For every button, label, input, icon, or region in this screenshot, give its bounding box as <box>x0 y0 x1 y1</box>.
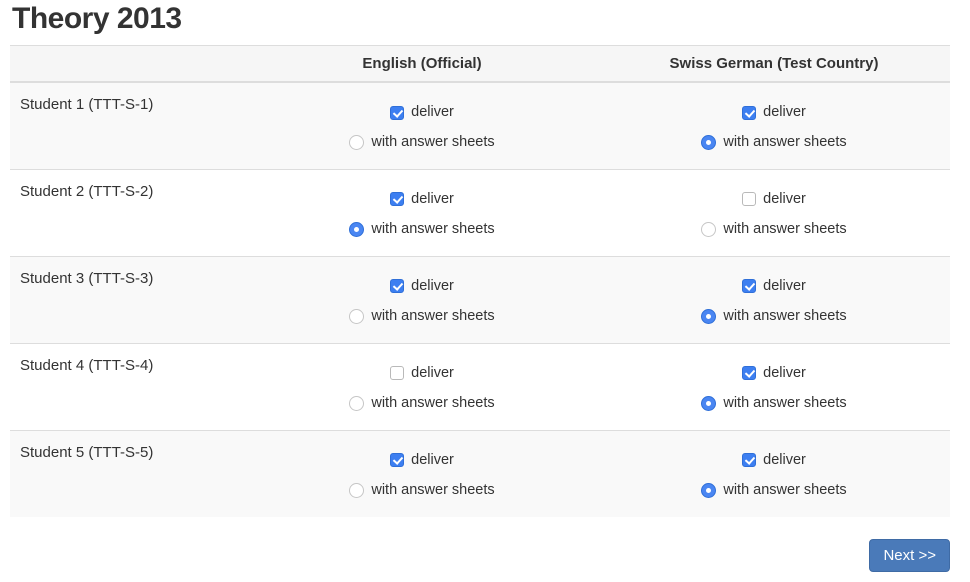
table-row: Student 2 (TTT-S-2) deliver with answer … <box>10 169 950 256</box>
answer-sheets-line: with answer sheets <box>599 395 949 412</box>
deliver-label: deliver <box>763 365 806 382</box>
answer-sheets-line: with answer sheets <box>247 221 597 238</box>
student-label: Student 1 (TTT-S-1) <box>10 82 246 169</box>
answer-sheets-radio[interactable] <box>349 396 364 411</box>
answer-sheets-radio[interactable] <box>701 135 716 150</box>
answer-sheets-radio[interactable] <box>349 483 364 498</box>
page: Theory 2013 English (Official) Swiss Ger… <box>0 0 970 572</box>
delivery-table: English (Official) Swiss German (Test Co… <box>10 45 950 517</box>
answer-sheets-label: with answer sheets <box>371 395 494 412</box>
deliver-checkbox[interactable] <box>390 453 404 467</box>
deliver-label: deliver <box>411 452 454 469</box>
column-header-english: English (Official) <box>246 46 598 83</box>
answer-sheets-label: with answer sheets <box>723 395 846 412</box>
answer-sheets-radio[interactable] <box>349 135 364 150</box>
deliver-label: deliver <box>763 278 806 295</box>
deliver-checkbox[interactable] <box>742 279 756 293</box>
deliver-line: deliver <box>599 452 949 469</box>
deliver-checkbox[interactable] <box>390 106 404 120</box>
answer-sheets-label: with answer sheets <box>371 221 494 238</box>
answer-sheets-label: with answer sheets <box>723 134 846 151</box>
delivery-cell: deliver with answer sheets <box>246 343 598 430</box>
page-title: Theory 2013 <box>10 0 950 36</box>
deliver-checkbox[interactable] <box>742 106 756 120</box>
deliver-line: deliver <box>599 191 949 208</box>
answer-sheets-line: with answer sheets <box>247 134 597 151</box>
deliver-line: deliver <box>247 452 597 469</box>
deliver-line: deliver <box>599 278 949 295</box>
answer-sheets-line: with answer sheets <box>599 308 949 325</box>
answer-sheets-line: with answer sheets <box>599 482 949 499</box>
deliver-checkbox[interactable] <box>742 192 756 206</box>
delivery-cell: deliver with answer sheets <box>598 169 950 256</box>
answer-sheets-label: with answer sheets <box>371 134 494 151</box>
deliver-checkbox[interactable] <box>742 366 756 380</box>
answer-sheets-line: with answer sheets <box>247 395 597 412</box>
deliver-label: deliver <box>763 452 806 469</box>
deliver-label: deliver <box>411 104 454 121</box>
student-label: Student 4 (TTT-S-4) <box>10 343 246 430</box>
delivery-cell: deliver with answer sheets <box>246 256 598 343</box>
answer-sheets-label: with answer sheets <box>723 482 846 499</box>
answer-sheets-line: with answer sheets <box>247 482 597 499</box>
header-row: English (Official) Swiss German (Test Co… <box>10 46 950 83</box>
table-row: Student 5 (TTT-S-5) deliver with answer … <box>10 430 950 517</box>
deliver-label: deliver <box>763 191 806 208</box>
deliver-line: deliver <box>247 191 597 208</box>
table-body: Student 1 (TTT-S-1) deliver with answer … <box>10 82 950 517</box>
delivery-cell: deliver with answer sheets <box>246 430 598 517</box>
delivery-cell: deliver with answer sheets <box>598 430 950 517</box>
answer-sheets-line: with answer sheets <box>247 308 597 325</box>
deliver-line: deliver <box>247 104 597 121</box>
answer-sheets-label: with answer sheets <box>371 308 494 325</box>
answer-sheets-radio[interactable] <box>701 483 716 498</box>
delivery-cell: deliver with answer sheets <box>598 256 950 343</box>
student-label: Student 3 (TTT-S-3) <box>10 256 246 343</box>
table-row: Student 4 (TTT-S-4) deliver with answer … <box>10 343 950 430</box>
deliver-checkbox[interactable] <box>390 366 404 380</box>
deliver-line: deliver <box>247 365 597 382</box>
deliver-checkbox[interactable] <box>390 279 404 293</box>
deliver-line: deliver <box>599 104 949 121</box>
answer-sheets-line: with answer sheets <box>599 221 949 238</box>
header-cell-empty <box>10 46 246 83</box>
delivery-cell: deliver with answer sheets <box>246 169 598 256</box>
answer-sheets-label: with answer sheets <box>371 482 494 499</box>
answer-sheets-label: with answer sheets <box>723 221 846 238</box>
table-row: Student 1 (TTT-S-1) deliver with answer … <box>10 82 950 169</box>
column-header-swiss-german: Swiss German (Test Country) <box>598 46 950 83</box>
next-button[interactable]: Next >> <box>869 539 950 572</box>
answer-sheets-radio[interactable] <box>701 309 716 324</box>
deliver-label: deliver <box>411 278 454 295</box>
deliver-checkbox[interactable] <box>742 453 756 467</box>
delivery-cell: deliver with answer sheets <box>598 82 950 169</box>
deliver-label: deliver <box>763 104 806 121</box>
answer-sheets-radio[interactable] <box>349 222 364 237</box>
answer-sheets-radio[interactable] <box>701 396 716 411</box>
table-row: Student 3 (TTT-S-3) deliver with answer … <box>10 256 950 343</box>
deliver-label: deliver <box>411 365 454 382</box>
student-label: Student 2 (TTT-S-2) <box>10 169 246 256</box>
deliver-checkbox[interactable] <box>390 192 404 206</box>
delivery-cell: deliver with answer sheets <box>598 343 950 430</box>
answer-sheets-radio[interactable] <box>701 222 716 237</box>
deliver-line: deliver <box>599 365 949 382</box>
answer-sheets-radio[interactable] <box>349 309 364 324</box>
deliver-line: deliver <box>247 278 597 295</box>
deliver-label: deliver <box>411 191 454 208</box>
delivery-cell: deliver with answer sheets <box>246 82 598 169</box>
answer-sheets-line: with answer sheets <box>599 134 949 151</box>
student-label: Student 5 (TTT-S-5) <box>10 430 246 517</box>
answer-sheets-label: with answer sheets <box>723 308 846 325</box>
footer: Next >> <box>10 539 950 572</box>
